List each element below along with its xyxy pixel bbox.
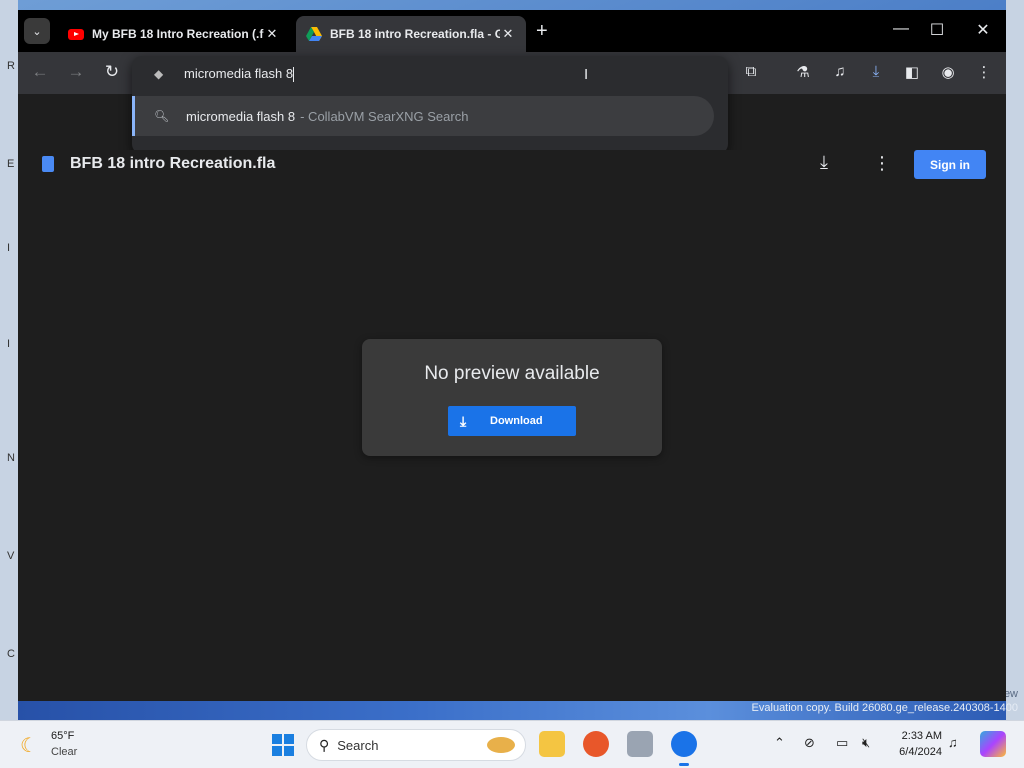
taskbar-search[interactable]: ⚲ Search bbox=[306, 729, 526, 761]
omnibox-suggestion[interactable]: 🔍︎ micromedia flash 8 - CollabVM SearXNG… bbox=[132, 96, 714, 136]
media-controls-icon[interactable]: ♫ bbox=[829, 63, 851, 80]
window-close-button[interactable]: ✕ bbox=[968, 20, 998, 40]
evaluation-watermark: Evaluation copy. Build 26080.ge_release.… bbox=[751, 702, 1018, 714]
weather-condition[interactable]: Clear bbox=[51, 746, 77, 758]
tab-google-drive[interactable]: BFB 18 intro Recreation.fla - Go ✕ bbox=[296, 16, 526, 52]
maximize-button[interactable]: ☐ bbox=[922, 20, 952, 40]
forward-button[interactable]: → bbox=[64, 62, 88, 82]
file-title: BFB 18 intro Recreation.fla bbox=[70, 155, 276, 172]
no-preview-card: No preview available ⤓ Download bbox=[362, 339, 662, 456]
close-icon[interactable]: ✕ bbox=[264, 26, 280, 42]
tab-title: BFB 18 intro Recreation.fla - Go bbox=[330, 27, 500, 41]
file-explorer-icon[interactable] bbox=[539, 731, 565, 757]
desktop-icon-label: I bbox=[7, 338, 11, 350]
back-button[interactable]: ← bbox=[28, 62, 52, 82]
text-cursor-icon: I bbox=[584, 66, 589, 83]
google-drive-icon bbox=[306, 27, 322, 41]
sign-in-button[interactable]: Sign in bbox=[914, 150, 986, 179]
desktop-icon-label: N bbox=[7, 452, 15, 464]
desktop-icon-label: E bbox=[7, 158, 15, 170]
selection-indicator bbox=[132, 96, 135, 136]
clock-date[interactable]: 6/4/2024 bbox=[890, 746, 942, 758]
suggestion-query: micromedia flash 8 bbox=[186, 108, 296, 124]
chevron-down-icon: ⌄ bbox=[32, 25, 42, 38]
suggestion-source: - CollabVM SearXNG Search bbox=[300, 108, 469, 124]
desktop-icon-label: C bbox=[7, 648, 15, 660]
download-label: Download bbox=[490, 415, 543, 427]
close-icon[interactable]: ✕ bbox=[500, 26, 516, 42]
chevron-up-icon[interactable]: ⌃ bbox=[774, 735, 785, 751]
desktop-icon-label: I bbox=[7, 242, 11, 254]
download-button[interactable]: ⤓ Download bbox=[448, 406, 576, 436]
firefox-icon[interactable] bbox=[583, 731, 609, 757]
desktop-icon-label: V bbox=[7, 550, 15, 562]
no-preview-text: No preview available bbox=[424, 363, 600, 384]
new-tab-button[interactable]: + bbox=[536, 20, 548, 43]
drive-header: BFB 18 intro Recreation.fla ⤓ ⋮ Sign in bbox=[18, 150, 1006, 200]
tab-strip: ⌄ My BFB 18 Intro Recreation (.fl ✕ BFB … bbox=[18, 10, 1006, 52]
labs-flask-icon[interactable]: ⚗ bbox=[792, 63, 814, 81]
side-panel-icon[interactable]: ◧ bbox=[901, 63, 923, 81]
address-bar[interactable]: ◆ micromedia flash 8 bbox=[132, 56, 728, 92]
youtube-icon bbox=[68, 28, 84, 40]
download-icon[interactable]: ⤓ bbox=[820, 152, 828, 173]
download-icon: ⤓ bbox=[460, 412, 467, 429]
copilot-icon[interactable] bbox=[980, 731, 1006, 757]
desktop-left-edge: R E I I N V C bbox=[0, 0, 18, 720]
display-icon[interactable]: ▭ bbox=[836, 735, 848, 751]
downloads-icon[interactable]: ⤓ bbox=[865, 63, 887, 80]
browser-window: ⌄ My BFB 18 Intro Recreation (.fl ✕ BFB … bbox=[18, 10, 1006, 701]
recycle-bin-icon[interactable] bbox=[627, 731, 653, 757]
watermark-fragment: ew bbox=[1003, 688, 1018, 700]
document-icon bbox=[42, 156, 54, 172]
clock-time[interactable]: 2:33 AM bbox=[896, 730, 942, 742]
moon-icon[interactable]: ☾ bbox=[20, 733, 38, 758]
search-highlight-icon bbox=[487, 737, 515, 753]
omnibox-dropdown: ◆ micromedia flash 8 I 🔍︎ micromedia fla… bbox=[132, 56, 728, 154]
search-label: Search bbox=[337, 737, 379, 753]
address-input[interactable]: micromedia flash 8 bbox=[184, 66, 584, 83]
tab-youtube[interactable]: My BFB 18 Intro Recreation (.fl ✕ bbox=[58, 16, 290, 52]
taskbar: ☾ 65°F Clear ⚲ Search ⌃ ⊘ ▭ 🔇︎ 2:33 AM 6… bbox=[0, 720, 1024, 768]
extensions-icon[interactable]: ⧉ bbox=[740, 63, 762, 80]
search-icon: 🔍︎ bbox=[154, 109, 170, 123]
chrome-icon[interactable] bbox=[671, 731, 697, 766]
volume-muted-icon[interactable]: 🔇︎ bbox=[862, 735, 870, 751]
desktop-icon-label: R bbox=[7, 60, 15, 72]
tab-title: My BFB 18 Intro Recreation (.fl bbox=[92, 27, 264, 41]
tab-search-button[interactable]: ⌄ bbox=[24, 18, 50, 44]
start-button[interactable] bbox=[272, 734, 294, 756]
search-icon: ⚲ bbox=[319, 736, 330, 753]
weather-temperature[interactable]: 65°F bbox=[51, 730, 74, 742]
reload-button[interactable]: ↻ bbox=[100, 62, 124, 82]
search-engine-icon: ◆ bbox=[154, 67, 164, 81]
desktop-right-edge bbox=[1006, 0, 1024, 720]
network-icon[interactable]: ⊘ bbox=[804, 735, 815, 751]
minimize-button[interactable]: — bbox=[886, 20, 916, 38]
profile-avatar-icon[interactable]: ◉ bbox=[937, 63, 959, 81]
notification-bell-icon[interactable]: ♫ bbox=[948, 735, 958, 750]
menu-kebab-icon[interactable]: ⋮ bbox=[973, 63, 995, 81]
more-options-icon[interactable]: ⋮ bbox=[873, 153, 891, 174]
